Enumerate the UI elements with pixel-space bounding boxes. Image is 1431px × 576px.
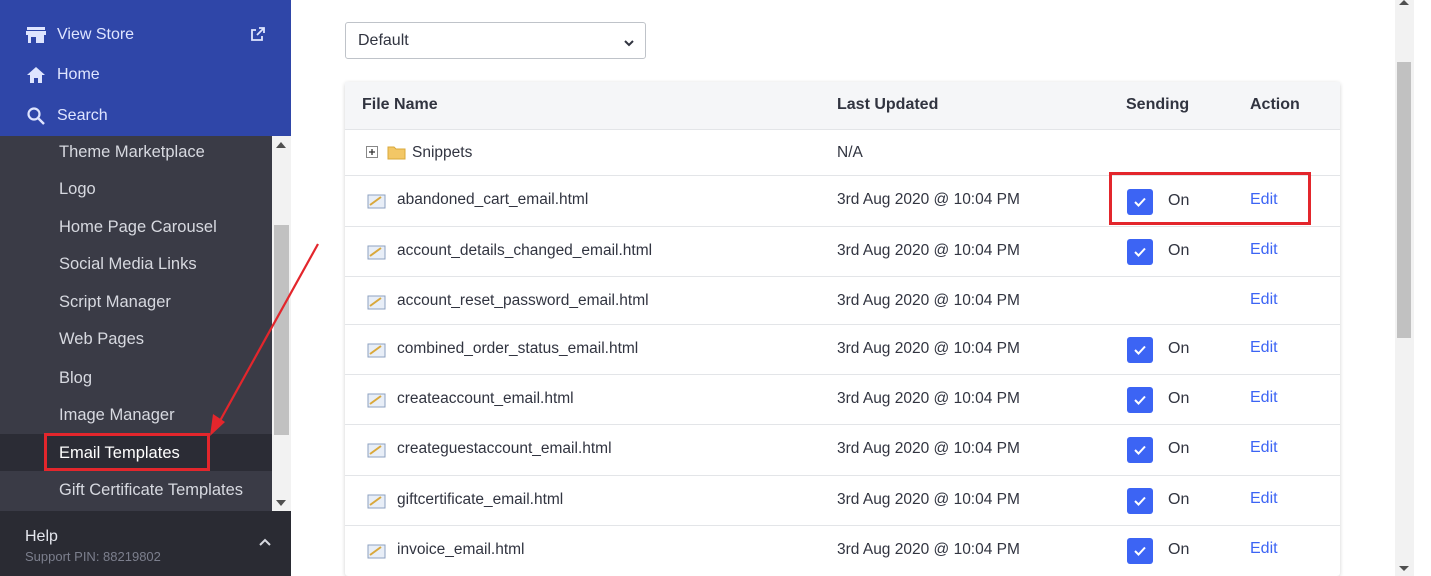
app-root: View Store Home Search Theme Marketplace… [0,0,1431,576]
email-file-icon [367,442,386,458]
file-name[interactable]: invoice_email.html [397,540,525,560]
last-updated: 3rd Aug 2020 @ 10:04 PM [837,340,1020,357]
sidebar-item-web-pages[interactable]: Web Pages [59,327,144,351]
email-file-icon [367,294,386,310]
sending-label: On [1168,440,1190,457]
email-file-icon [367,493,386,509]
edit-link[interactable]: Edit [1250,439,1278,457]
column-header-sending: Sending [1126,96,1190,113]
sidebar-item-blog[interactable]: Blog [59,366,92,390]
sidebar-top-nav: View Store Home Search [0,0,291,136]
table-row: createaccount_email.html 3rd Aug 2020 @ … [345,375,1340,425]
table-header: File Name Last Updated Sending Action [345,82,1340,130]
file-name[interactable]: account_reset_password_email.html [397,291,649,311]
column-header-last-updated[interactable]: Last Updated [837,96,938,114]
table-row: createguestaccount_email.html 3rd Aug 20… [345,425,1340,476]
last-updated: 3rd Aug 2020 @ 10:04 PM [837,390,1020,407]
column-header-file-name[interactable]: File Name [362,96,438,114]
edit-link[interactable]: Edit [1250,389,1278,407]
sending-checkbox[interactable] [1127,488,1153,514]
sending-checkbox[interactable] [1127,387,1153,413]
template-set-select[interactable]: Default [345,22,646,59]
sending-checkbox[interactable] [1127,437,1153,463]
sidebar-item-home-page-carousel[interactable]: Home Page Carousel [59,215,217,239]
table-row: account_reset_password_email.html 3rd Au… [345,277,1340,325]
folder-name[interactable]: Snippets [412,143,472,163]
edit-link[interactable]: Edit [1250,241,1278,259]
sending-checkbox[interactable] [1127,538,1153,564]
email-file-icon [367,342,386,358]
sidebar-item-social-media-links[interactable]: Social Media Links [59,252,197,276]
table-row-folder: Snippets N/A [345,130,1340,176]
help-section[interactable]: Help Support PIN: 88219802 [0,511,291,576]
table-row: combined_order_status_email.html 3rd Aug… [345,325,1340,375]
sidebar-item-label: View Store [57,26,135,43]
highlight-email-templates [44,433,210,471]
sidebar-item-view-store[interactable]: View Store [26,23,134,47]
chevron-up-icon[interactable] [258,534,272,552]
file-name[interactable]: abandoned_cart_email.html [397,190,588,210]
file-name[interactable]: giftcertificate_email.html [397,490,563,510]
highlight-abandoned-cart-sending [1109,172,1311,225]
last-updated: 3rd Aug 2020 @ 10:04 PM [837,440,1020,457]
email-file-icon [367,244,386,260]
external-link-icon[interactable] [250,26,266,42]
help-title: Help [25,528,58,545]
column-header-action: Action [1250,96,1300,113]
table-row: account_details_changed_email.html 3rd A… [345,227,1340,277]
last-updated: 3rd Aug 2020 @ 10:04 PM [837,191,1020,208]
table-row: giftcertificate_email.html 3rd Aug 2020 … [345,476,1340,526]
sending-label: On [1168,340,1190,357]
last-updated: 3rd Aug 2020 @ 10:04 PM [837,292,1020,309]
sidebar-item-label: Search [57,107,108,124]
sending-checkbox[interactable] [1127,337,1153,363]
sending-label: On [1168,491,1190,508]
email-file-icon [367,193,386,209]
store-icon [26,25,46,45]
sidebar-item-label: Home [57,66,100,83]
sending-label: On [1168,390,1190,407]
sidebar-item-script-manager[interactable]: Script Manager [59,290,171,314]
page-scroll-down-icon[interactable] [1399,566,1409,571]
search-icon [26,106,46,126]
email-file-icon [367,543,386,559]
folder-icon [387,144,406,160]
table-row: invoice_email.html 3rd Aug 2020 @ 10:04 … [345,526,1340,576]
file-name[interactable]: account_details_changed_email.html [397,241,652,261]
sidebar-scrollbar-thumb[interactable] [274,225,289,435]
email-file-icon [367,392,386,408]
expand-icon[interactable] [366,145,378,158]
last-updated: 3rd Aug 2020 @ 10:04 PM [837,541,1020,558]
select-value: Default [358,31,409,49]
edit-link[interactable]: Edit [1250,540,1278,558]
folder-updated: N/A [837,144,863,161]
file-name[interactable]: createguestaccount_email.html [397,439,612,459]
sidebar-item-logo[interactable]: Logo [59,177,96,201]
scroll-up-arrow-icon[interactable] [276,142,286,148]
sidebar-item-theme-marketplace[interactable]: Theme Marketplace [59,140,205,164]
sidebar-item-home[interactable]: Home [26,63,100,87]
home-icon [26,65,46,85]
page-scrollbar-thumb[interactable] [1397,62,1411,338]
last-updated: 3rd Aug 2020 @ 10:04 PM [837,242,1020,259]
file-name[interactable]: combined_order_status_email.html [397,339,638,359]
sending-checkbox[interactable] [1127,239,1153,265]
sidebar: View Store Home Search Theme Marketplace… [0,0,291,576]
edit-link[interactable]: Edit [1250,291,1278,309]
scroll-down-arrow-icon[interactable] [276,500,286,506]
edit-link[interactable]: Edit [1250,339,1278,357]
chevron-down-icon [623,35,635,53]
page-scroll-up-icon[interactable] [1399,0,1409,5]
sidebar-item-image-manager[interactable]: Image Manager [59,403,175,427]
sidebar-item-gift-certificate-templates[interactable]: Gift Certificate Templates [59,478,243,502]
file-name[interactable]: createaccount_email.html [397,389,574,409]
sidebar-item-search[interactable]: Search [26,104,108,128]
edit-link[interactable]: Edit [1250,490,1278,508]
last-updated: 3rd Aug 2020 @ 10:04 PM [837,491,1020,508]
support-pin: Support PIN: 88219802 [25,549,161,564]
sending-label: On [1168,242,1190,259]
email-templates-table: File Name Last Updated Sending Action Sn… [345,82,1340,576]
sending-label: On [1168,541,1190,558]
